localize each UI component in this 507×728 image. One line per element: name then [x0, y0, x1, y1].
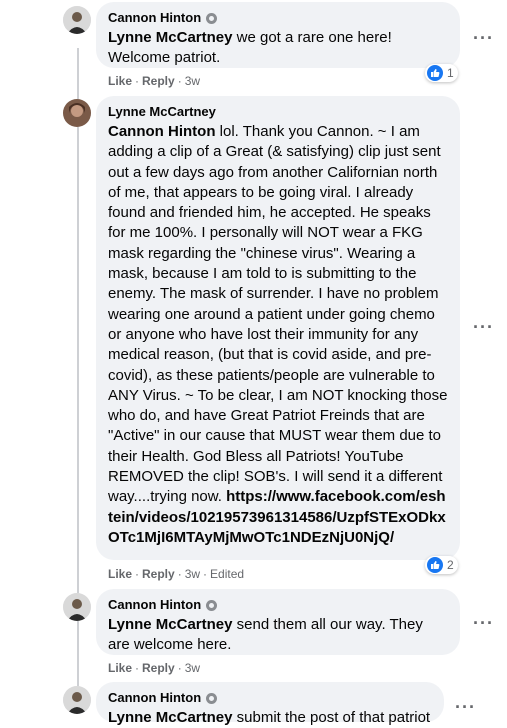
comment-body: submit the post of that patriot [232, 709, 431, 726]
author-name[interactable]: Lynne McCartney [108, 104, 216, 120]
comment-author[interactable]: Lynne McCartney [108, 104, 448, 120]
comment-text: Cannon Hinton lol. Thank you Cannon. ~ I… [108, 122, 448, 548]
reply-button[interactable]: Reply [142, 74, 175, 88]
avatar[interactable] [63, 593, 91, 621]
mention-link[interactable]: Lynne McCartney [108, 29, 232, 46]
comment-author[interactable]: Cannon Hinton [108, 10, 448, 26]
mention-link[interactable]: Cannon Hinton [108, 123, 215, 140]
comment-bubble: Cannon Hinton Lynne McCartney send them … [96, 589, 460, 655]
author-name[interactable]: Cannon Hinton [108, 597, 201, 613]
reply-button[interactable]: Reply [142, 661, 175, 675]
author-name[interactable]: Cannon Hinton [108, 10, 201, 26]
comment-text: Lynne McCartney we got a rare one here! … [108, 28, 448, 68]
badge-icon [206, 12, 218, 24]
reaction-count[interactable]: 2 [425, 556, 458, 574]
more-options-icon[interactable]: ··· [455, 698, 476, 716]
comment-author[interactable]: Cannon Hinton [108, 690, 432, 706]
like-button[interactable]: Like [108, 567, 132, 581]
like-button[interactable]: Like [108, 661, 132, 675]
like-reaction-icon [427, 557, 443, 573]
comment-author[interactable]: Cannon Hinton [108, 597, 448, 613]
mention-link[interactable]: Lynne McCartney [108, 616, 232, 633]
badge-icon [206, 599, 218, 611]
reply-button[interactable]: Reply [142, 567, 175, 581]
badge-icon [206, 692, 218, 704]
comment-actions: Like · Reply · 3w [108, 661, 201, 675]
comment-actions: Like · Reply · 3w [108, 74, 201, 88]
avatar[interactable] [63, 686, 91, 714]
author-name[interactable]: Cannon Hinton [108, 690, 201, 706]
more-options-icon[interactable]: ··· [473, 318, 494, 336]
comment-text: Lynne McCartney send them all our way. T… [108, 615, 448, 655]
comment-body: lol. Thank you Cannon. ~ I am adding a c… [108, 123, 448, 506]
comment-bubble: Lynne McCartney Cannon Hinton lol. Thank… [96, 96, 460, 560]
edited-label[interactable]: Edited [210, 567, 244, 581]
avatar[interactable] [63, 99, 91, 127]
comment-bubble: Cannon Hinton Lynne McCartney we got a r… [96, 2, 460, 68]
timestamp[interactable]: 3w [185, 74, 200, 88]
comment-actions: Like · Reply · 3w · Edited [108, 567, 245, 581]
comment-text: Lynne McCartney submit the post of that … [108, 708, 432, 728]
more-options-icon[interactable]: ··· [473, 29, 494, 47]
like-button[interactable]: Like [108, 74, 132, 88]
comment-bubble: Cannon Hinton Lynne McCartney submit the… [96, 682, 444, 726]
reaction-number: 2 [447, 558, 454, 572]
avatar[interactable] [63, 6, 91, 34]
mention-link[interactable]: Lynne McCartney [108, 709, 232, 726]
like-reaction-icon [427, 65, 443, 81]
reaction-number: 1 [447, 66, 454, 80]
reaction-count[interactable]: 1 [425, 64, 458, 82]
thread-line [77, 48, 79, 688]
timestamp[interactable]: 3w [185, 661, 200, 675]
more-options-icon[interactable]: ··· [473, 614, 494, 632]
timestamp[interactable]: 3w [185, 567, 200, 581]
